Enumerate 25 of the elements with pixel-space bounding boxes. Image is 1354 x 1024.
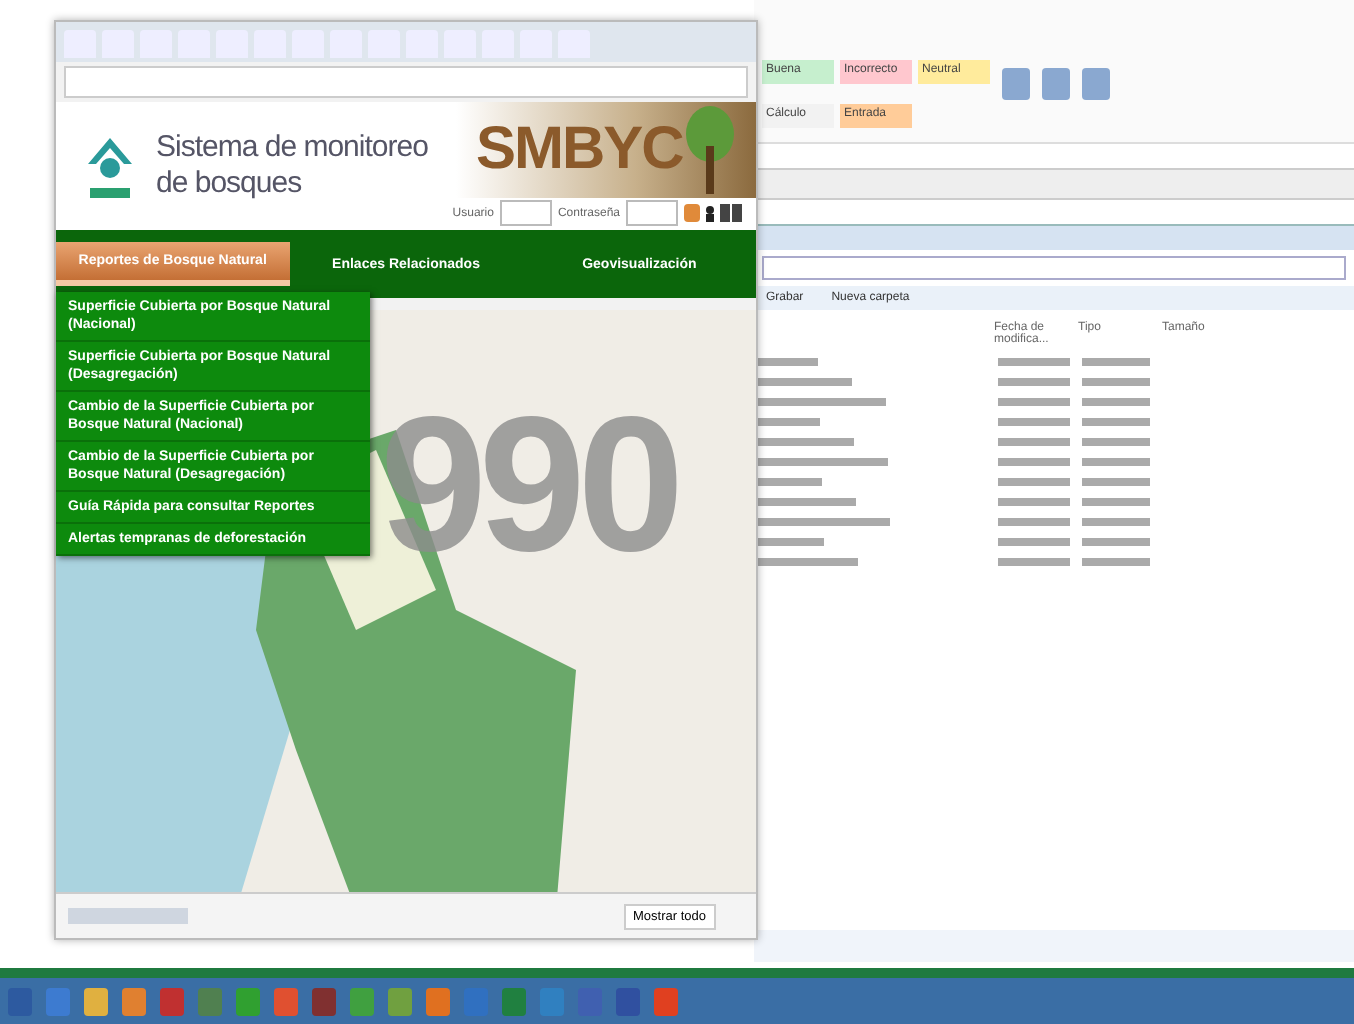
taskbar-app-icon[interactable] bbox=[388, 987, 412, 1015]
taskbar-app-icon[interactable] bbox=[84, 987, 108, 1015]
address-bar[interactable] bbox=[64, 66, 748, 98]
taskbar-app-icon[interactable] bbox=[160, 987, 184, 1015]
taskbar-app-icon[interactable] bbox=[46, 987, 70, 1015]
taskbar-app-icon[interactable] bbox=[616, 987, 640, 1015]
site-logo-text: SMBYC bbox=[474, 116, 683, 184]
taskbar-app-icon[interactable] bbox=[350, 987, 374, 1015]
site-title: Sistema de monitoreo bbox=[156, 130, 428, 166]
taskbar-app-icon[interactable] bbox=[274, 987, 298, 1015]
taskbar-app-icon[interactable] bbox=[122, 987, 146, 1015]
user-input-field[interactable] bbox=[499, 200, 552, 226]
site-title: de bosques bbox=[156, 166, 302, 202]
login-icons-drawing[interactable] bbox=[684, 202, 744, 224]
address-breadcrumb[interactable] bbox=[762, 256, 1346, 280]
taskbar-app-icon[interactable] bbox=[654, 987, 678, 1015]
tree-icon bbox=[682, 106, 739, 194]
taskbar-app-icon[interactable] bbox=[236, 987, 260, 1015]
taskbar-app-icon[interactable] bbox=[540, 987, 564, 1015]
downloaded-file-item[interactable] bbox=[68, 908, 188, 924]
taskbar-app-icon[interactable] bbox=[312, 987, 336, 1015]
taskbar-app-icon[interactable] bbox=[198, 987, 222, 1015]
password-input-field[interactable] bbox=[626, 200, 678, 226]
taskbar-app-icon[interactable] bbox=[426, 987, 450, 1015]
taskbar-app-icon[interactable] bbox=[502, 987, 526, 1015]
